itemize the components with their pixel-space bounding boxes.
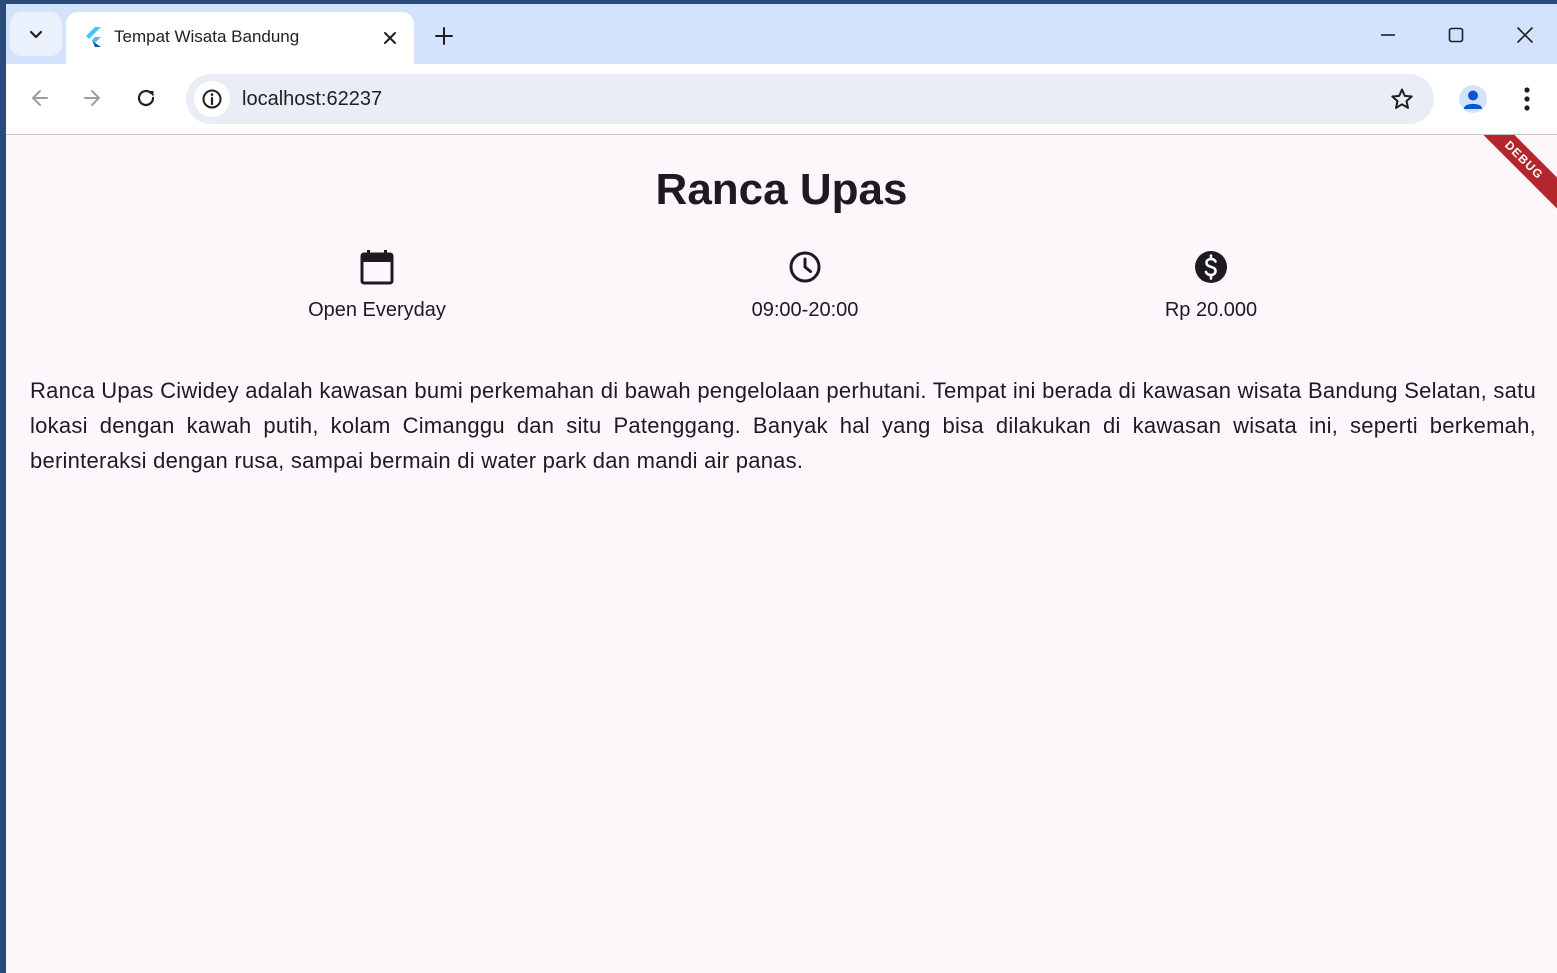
reload-icon: [137, 89, 155, 107]
plus-icon: [435, 27, 453, 45]
reload-button[interactable]: [128, 80, 164, 116]
tab-close-button[interactable]: [376, 24, 404, 52]
back-button[interactable]: [22, 80, 58, 116]
forward-button[interactable]: [74, 80, 110, 116]
minimize-icon: [1381, 34, 1395, 36]
description-text: Ranca Upas Ciwidey adalah kawasan bumi p…: [30, 378, 1536, 473]
site-info-button[interactable]: [194, 81, 230, 117]
browser-menu-button[interactable]: [1512, 82, 1542, 116]
clock-icon: [789, 251, 821, 283]
info-icon: [202, 89, 222, 109]
kebab-menu-icon: [1524, 87, 1530, 111]
page-title: Ranca Upas: [655, 165, 908, 214]
info-price: Rp 20.000: [1061, 247, 1361, 322]
dollar-icon: [1195, 251, 1227, 283]
maximize-icon: [1448, 27, 1464, 43]
arrow-left-icon: [32, 90, 48, 106]
bookmark-button[interactable]: [1388, 85, 1416, 113]
new-tab-button[interactable]: [428, 20, 460, 52]
profile-button[interactable]: [1456, 82, 1490, 116]
browser-toolbar: localhost:62237: [6, 64, 1557, 135]
flutter-logo-icon: [86, 27, 101, 47]
close-icon: [1517, 27, 1533, 43]
chevron-down-icon: [29, 30, 43, 39]
info-hours-label: 09:00-20:00: [751, 299, 859, 321]
tab-strip: Tempat Wisata Bandung: [6, 4, 1557, 64]
person-icon: [1459, 85, 1487, 113]
url-text[interactable]: localhost:62237: [242, 88, 382, 111]
tab-title: Tempat Wisata Bandung: [114, 27, 300, 46]
info-price-label: Rp 20.000: [1164, 299, 1258, 321]
address-bar[interactable]: localhost:62237: [186, 74, 1434, 124]
info-days-label: Open Everyday: [308, 299, 446, 321]
minimize-button[interactable]: [1366, 18, 1410, 52]
star-icon: [1391, 88, 1413, 109]
tab-search-button[interactable]: [10, 12, 62, 56]
calendar-icon: [360, 250, 394, 285]
close-window-button[interactable]: [1503, 18, 1547, 52]
maximize-button[interactable]: [1434, 18, 1478, 52]
browser-tab[interactable]: Tempat Wisata Bandung: [66, 12, 414, 64]
browser-window: Tempat Wisata Bandung localhost:62237 DE…: [6, 4, 1557, 973]
close-icon: [384, 32, 396, 44]
info-days: Open Everyday: [227, 247, 527, 322]
info-hours: 09:00-20:00: [655, 247, 955, 322]
page-content: DEBUG Ranca Upas Open Everyday 09:00-20:…: [6, 135, 1557, 973]
arrow-right-icon: [84, 90, 100, 106]
